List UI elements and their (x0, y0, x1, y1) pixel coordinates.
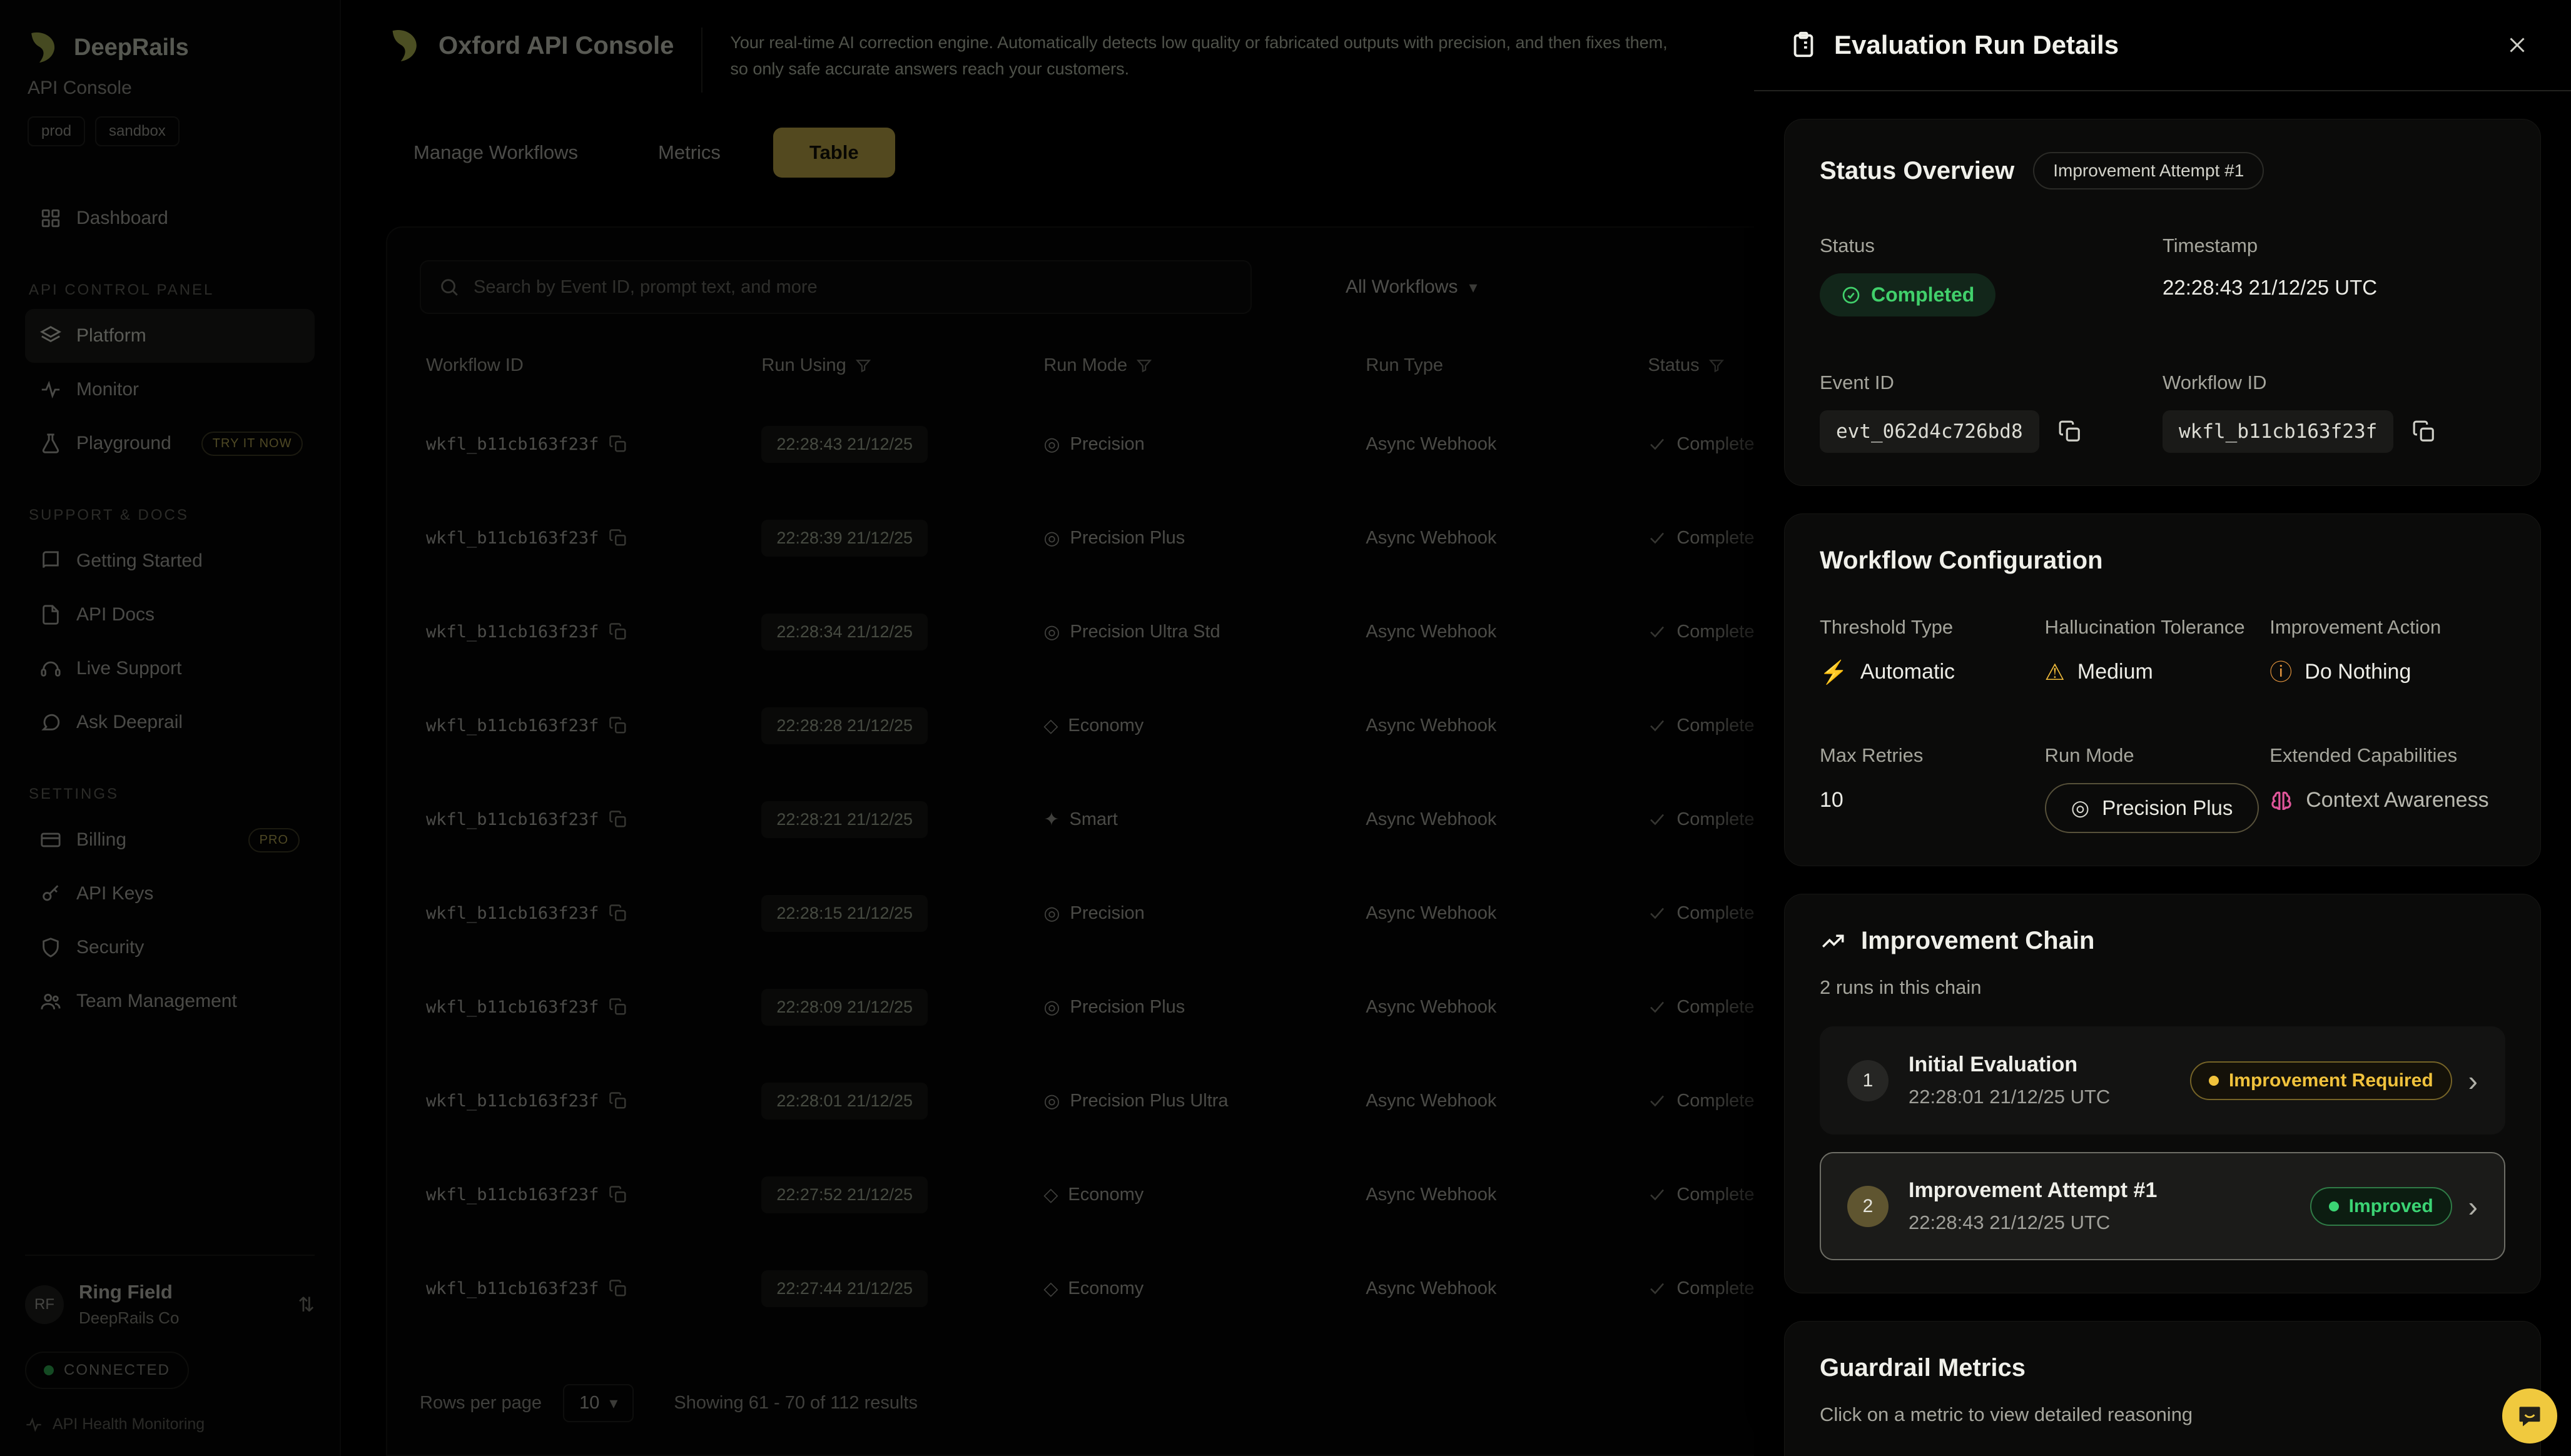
extended-capabilities-label: Extended Capabilities (2269, 744, 2505, 767)
run-status-badge-label: Improved (2349, 1196, 2433, 1217)
workflow-id-label: Workflow ID (2163, 372, 2505, 394)
close-icon[interactable] (2498, 26, 2536, 64)
run-info: Improvement Attempt #1 22:28:43 21/12/25 … (1909, 1178, 2157, 1234)
guardrail-metrics-card: Guardrail Metrics Click on a metric to v… (1784, 1321, 2541, 1456)
trending-up-icon (1820, 928, 1846, 954)
improvement-chain-card: Improvement Chain 2 runs in this chain 1… (1784, 894, 2541, 1293)
hallucination-tolerance-label: Hallucination Tolerance (2045, 616, 2270, 639)
workflow-id-value: wkfl_b11cb163f23f (2163, 410, 2393, 453)
improvement-chain-list: 1 Initial Evaluation 22:28:01 21/12/25 UTC… (1820, 1026, 2505, 1260)
drawer-body: Status Overview Improvement Attempt #1 S… (1754, 91, 2571, 1456)
status-overview-card: Status Overview Improvement Attempt #1 S… (1784, 119, 2541, 486)
lightning-icon: ⚡ (1820, 661, 1848, 684)
hallucination-tolerance-value: Medium (2077, 660, 2153, 684)
status-overview-heading: Status Overview (1820, 157, 2014, 185)
target-icon: ◎ (2071, 796, 2090, 821)
threshold-type-value: Automatic (1860, 660, 1955, 684)
drawer-title: Evaluation Run Details (1834, 30, 2119, 60)
status-completed-badge: Completed (1820, 273, 1995, 316)
event-id-label: Event ID (1820, 372, 2163, 394)
improvement-chain-heading: Improvement Chain (1861, 927, 2094, 955)
evaluation-run-details-drawer: Evaluation Run Details Status Overview I… (1754, 0, 2571, 1456)
chat-bubble-icon (2516, 1402, 2543, 1430)
improvement-action-label: Improvement Action (2269, 616, 2505, 639)
run-title: Initial Evaluation (1909, 1053, 2110, 1077)
app-root: DeepRails API Console prod sandbox Dashb… (0, 0, 2571, 1456)
run-info: Initial Evaluation 22:28:01 21/12/25 UTC (1909, 1053, 2110, 1108)
status-value: Completed (1871, 283, 1974, 306)
chevron-right-icon: › (2468, 1066, 2478, 1095)
extended-capabilities-value: Context Awareness (2306, 788, 2488, 812)
workflow-configuration-heading: Workflow Configuration (1820, 547, 2505, 575)
status-dot-icon (2209, 1076, 2219, 1086)
improvement-chain-run-2[interactable]: 2 Improvement Attempt #1 22:28:43 21/12/25… (1820, 1152, 2505, 1260)
run-timestamp: 22:28:01 21/12/25 UTC (1909, 1086, 2110, 1108)
status-dot-icon (2329, 1201, 2339, 1211)
improvement-chain-subtitle: 2 runs in this chain (1820, 976, 2505, 999)
clipboard-icon (1789, 31, 1818, 59)
improvement-chain-run-1[interactable]: 1 Initial Evaluation 22:28:01 21/12/25 UTC… (1820, 1026, 2505, 1135)
run-number: 2 (1847, 1186, 1889, 1227)
max-retries-value: 10 (1820, 788, 1843, 812)
run-mode-label: Run Mode (2045, 744, 2270, 767)
run-status-badge: Improvement Required (2190, 1061, 2452, 1100)
guardrail-metrics-subtitle: Click on a metric to view detailed reaso… (1820, 1403, 2505, 1426)
run-title: Improvement Attempt #1 (1909, 1178, 2157, 1203)
copy-icon[interactable] (2056, 417, 2084, 446)
timestamp-label: Timestamp (2163, 235, 2505, 257)
timestamp-value: 22:28:43 21/12/25 UTC (2163, 276, 2505, 300)
run-timestamp: 22:28:43 21/12/25 UTC (1909, 1211, 2157, 1234)
workflow-configuration-card: Workflow Configuration Threshold Type ⚡ A… (1784, 513, 2541, 866)
drawer-header: Evaluation Run Details (1754, 0, 2571, 91)
shield-check-icon (1841, 285, 1861, 305)
copy-icon[interactable] (2410, 417, 2438, 446)
brain-icon (2269, 789, 2293, 812)
modal-dim-overlay (0, 0, 1754, 1456)
event-id-value: evt_062d4c726bd8 (1820, 410, 2039, 453)
guardrail-metrics-heading: Guardrail Metrics (1820, 1354, 2505, 1382)
improvement-action-value: Do Nothing (2305, 660, 2411, 684)
warning-icon: ⚠ (2045, 661, 2065, 684)
run-number: 1 (1847, 1060, 1889, 1101)
threshold-type-label: Threshold Type (1820, 616, 2045, 639)
run-status-badge-label: Improvement Required (2229, 1070, 2433, 1091)
run-mode-value: Precision Plus (2102, 796, 2233, 820)
run-status-badge: Improved (2310, 1187, 2452, 1226)
run-mode-pill: ◎ Precision Plus (2045, 783, 2259, 833)
info-icon: ⓘ (2269, 661, 2292, 684)
chat-widget-button[interactable] (2502, 1388, 2557, 1443)
chevron-right-icon: › (2468, 1192, 2478, 1221)
attempt-badge: Improvement Attempt #1 (2033, 152, 2264, 190)
max-retries-label: Max Retries (1820, 744, 2045, 767)
status-label: Status (1820, 235, 2163, 257)
